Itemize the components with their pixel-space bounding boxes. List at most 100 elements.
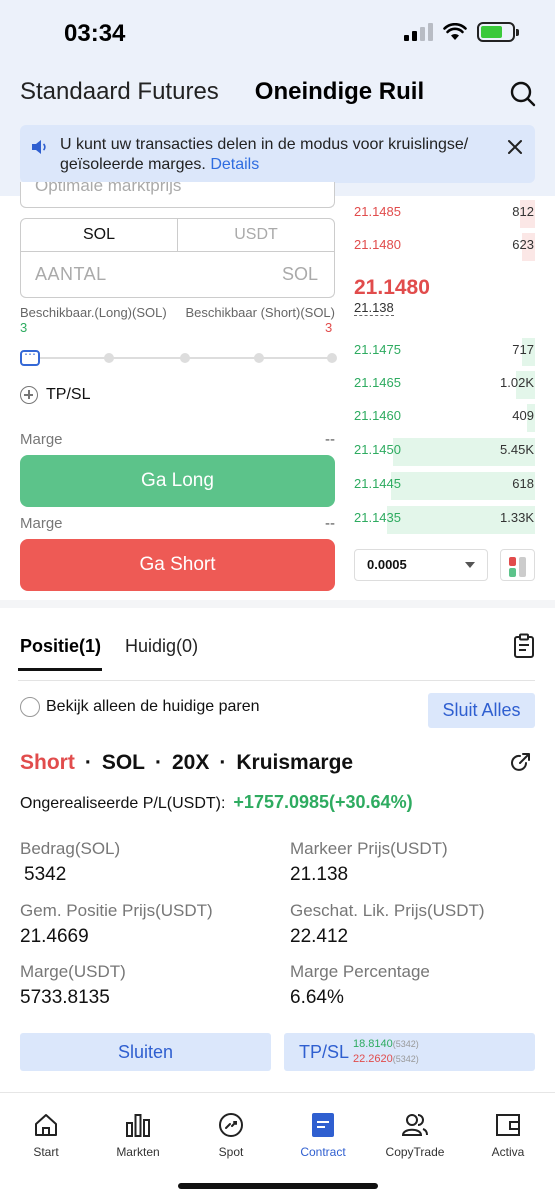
nav-label: Contract <box>300 1145 346 1159</box>
orderbook-bid-row[interactable]: 21.1435 1.33K <box>345 502 535 536</box>
amount-label: Bedrag(SOL) <box>20 839 121 858</box>
position-tabs: Positie(1) Huidig(0) <box>20 636 198 657</box>
orderbook-bid-row[interactable]: 21.1460 409 <box>345 400 535 434</box>
margin-value: 5733.8135 <box>20 987 110 1008</box>
wifi-icon <box>443 23 467 40</box>
available-short-label: Beschikbaar (Short)(SOL) <box>185 305 335 320</box>
tab-positions[interactable]: Positie(1) <box>20 636 101 657</box>
ask-price: 21.1485 <box>354 204 401 219</box>
tab-standard-futures[interactable]: Standaard Futures <box>20 78 219 106</box>
notice-details-link[interactable]: Details <box>210 156 259 173</box>
margin-percentage-label: Marge Percentage <box>290 962 430 981</box>
slider-step[interactable] <box>254 353 264 363</box>
notice-banner: U kunt uw transacties delen in de modus … <box>20 125 535 183</box>
orderbook-bid-row[interactable]: 21.1445 618 <box>345 468 535 502</box>
nav-label: Start <box>33 1145 59 1159</box>
signal-icon <box>404 23 433 41</box>
orderbook-bid-row[interactable]: 21.1475 717 <box>345 334 535 368</box>
orderbook-bid-row[interactable]: 21.1465 1.02K <box>345 367 535 401</box>
unit-usdt-option[interactable]: USDT <box>178 219 334 251</box>
spot-icon <box>219 1113 243 1137</box>
nav-activa[interactable]: Activa <box>462 1111 554 1159</box>
current-pairs-filter[interactable]: Bekijk alleen de huidige paren <box>20 697 259 717</box>
radio-button[interactable] <box>20 697 40 717</box>
separator: · <box>84 751 92 774</box>
entry-price-label: Gem. Positie Prijs(USDT) <box>20 901 213 920</box>
bid-price: 21.1435 <box>354 510 401 525</box>
orderbook-bid-row[interactable]: 21.1450 5.45K <box>345 434 535 468</box>
amount-input[interactable]: AANTAL SOL <box>20 252 335 298</box>
position-tpsl-button[interactable]: TP/SL 18.8140(5342) 22.2620(5342) <box>284 1033 535 1071</box>
close-position-button[interactable]: Sluiten <box>20 1033 271 1071</box>
go-short-button[interactable]: Ga Short <box>20 539 335 591</box>
position-leverage[interactable]: 20X <box>172 751 209 775</box>
layout-icon-red <box>509 557 516 566</box>
filter-label: Bekijk alleen de huidige paren <box>46 698 260 715</box>
tab-perpetual-swap[interactable]: Oneindige Ruil <box>255 78 424 106</box>
unrealized-pnl-row: Ongerealiseerde P/L(USDT): +1757.0985(+30… <box>20 792 413 813</box>
tpsl-label: TP/SL <box>46 386 91 403</box>
liquidation-price-value: 22.412 <box>290 926 349 947</box>
nav-markets[interactable]: Markten <box>92 1111 184 1159</box>
orderbook-ask-row[interactable]: 21.1485 812 <box>345 196 535 230</box>
contract-icon <box>312 1113 334 1137</box>
close-icon[interactable] <box>507 139 523 155</box>
battery-icon <box>477 22 519 42</box>
mark-price[interactable]: 21.138 <box>354 300 394 316</box>
position-margin-mode[interactable]: Kruismarge <box>236 751 353 775</box>
orderbook-ask-row[interactable]: 21.1480 623 <box>345 229 535 263</box>
layout-icon-green <box>509 568 516 577</box>
price-placeholder: Optimale marktprijs <box>35 182 182 195</box>
margin-percentage-value: 6.64% <box>290 987 344 1008</box>
layout-icon-gray <box>519 557 526 577</box>
margin-row-short: Marge -- <box>20 515 335 532</box>
slider-handle[interactable] <box>20 347 40 366</box>
amount-value: 5342 <box>24 864 67 885</box>
search-icon[interactable] <box>509 80 537 108</box>
last-price[interactable]: 21.1480 <box>354 276 430 300</box>
clipboard-icon[interactable] <box>513 633 535 659</box>
amount-placeholder: AANTAL <box>35 264 107 284</box>
tpsl-toggle[interactable]: TP/SL <box>20 386 90 404</box>
nav-label: Markten <box>116 1145 160 1159</box>
position-side: Short <box>20 751 75 774</box>
bid-qty: 1.33K <box>500 510 534 525</box>
go-long-button[interactable]: Ga Long <box>20 455 335 507</box>
margin-value: -- <box>325 431 335 448</box>
product-tabs: Standaard Futures Oneindige Ruil <box>20 78 424 106</box>
orderbook-layout-button[interactable] <box>500 549 535 581</box>
unit-sol-option[interactable]: SOL <box>21 219 178 251</box>
pnl-label: Ongerealiseerde P/L(USDT): <box>20 795 226 812</box>
slider-step[interactable] <box>104 353 114 363</box>
bid-qty: 717 <box>512 342 534 357</box>
tabs-divider <box>18 680 535 681</box>
slider-step[interactable] <box>180 353 190 363</box>
plus-circle-icon <box>20 386 38 404</box>
notice-message: U kunt uw transacties delen in de modus … <box>60 136 469 173</box>
unit-toggle: SOL USDT <box>20 218 335 252</box>
amount-unit: SOL <box>281 264 318 284</box>
mark-price-value: 21.138 <box>290 864 349 885</box>
amount-slider[interactable] <box>20 347 337 368</box>
position-header: Short · SOL · 20X · Kruismarge <box>20 751 353 775</box>
nav-spot[interactable]: Spot <box>185 1111 277 1159</box>
entry-price-value: 21.4669 <box>20 926 89 947</box>
nav-contract[interactable]: Contract <box>277 1111 369 1159</box>
bid-price: 21.1460 <box>354 408 401 423</box>
slider-step[interactable] <box>327 353 337 363</box>
nav-start[interactable]: Start <box>0 1111 92 1159</box>
ask-price: 21.1480 <box>354 237 401 252</box>
precision-select[interactable]: 0.0005 <box>354 549 488 581</box>
nav-label: Spot <box>218 1145 244 1159</box>
tp-qty: (5342) <box>392 1039 419 1049</box>
ask-qty: 623 <box>512 237 534 252</box>
close-all-button[interactable]: Sluit Alles <box>428 693 535 728</box>
tab-current-orders[interactable]: Huidig(0) <box>125 636 198 657</box>
wallet-icon <box>496 1114 520 1136</box>
available-long-label: Beschikbaar.(Long)(SOL) <box>20 305 167 320</box>
share-icon[interactable] <box>509 752 531 774</box>
tpsl-button-label: TP/SL <box>299 1042 350 1062</box>
bid-price: 21.1475 <box>354 342 401 357</box>
nav-copytrade[interactable]: CopyTrade <box>369 1111 461 1159</box>
price-input[interactable]: Optimale marktprijs <box>20 182 335 208</box>
